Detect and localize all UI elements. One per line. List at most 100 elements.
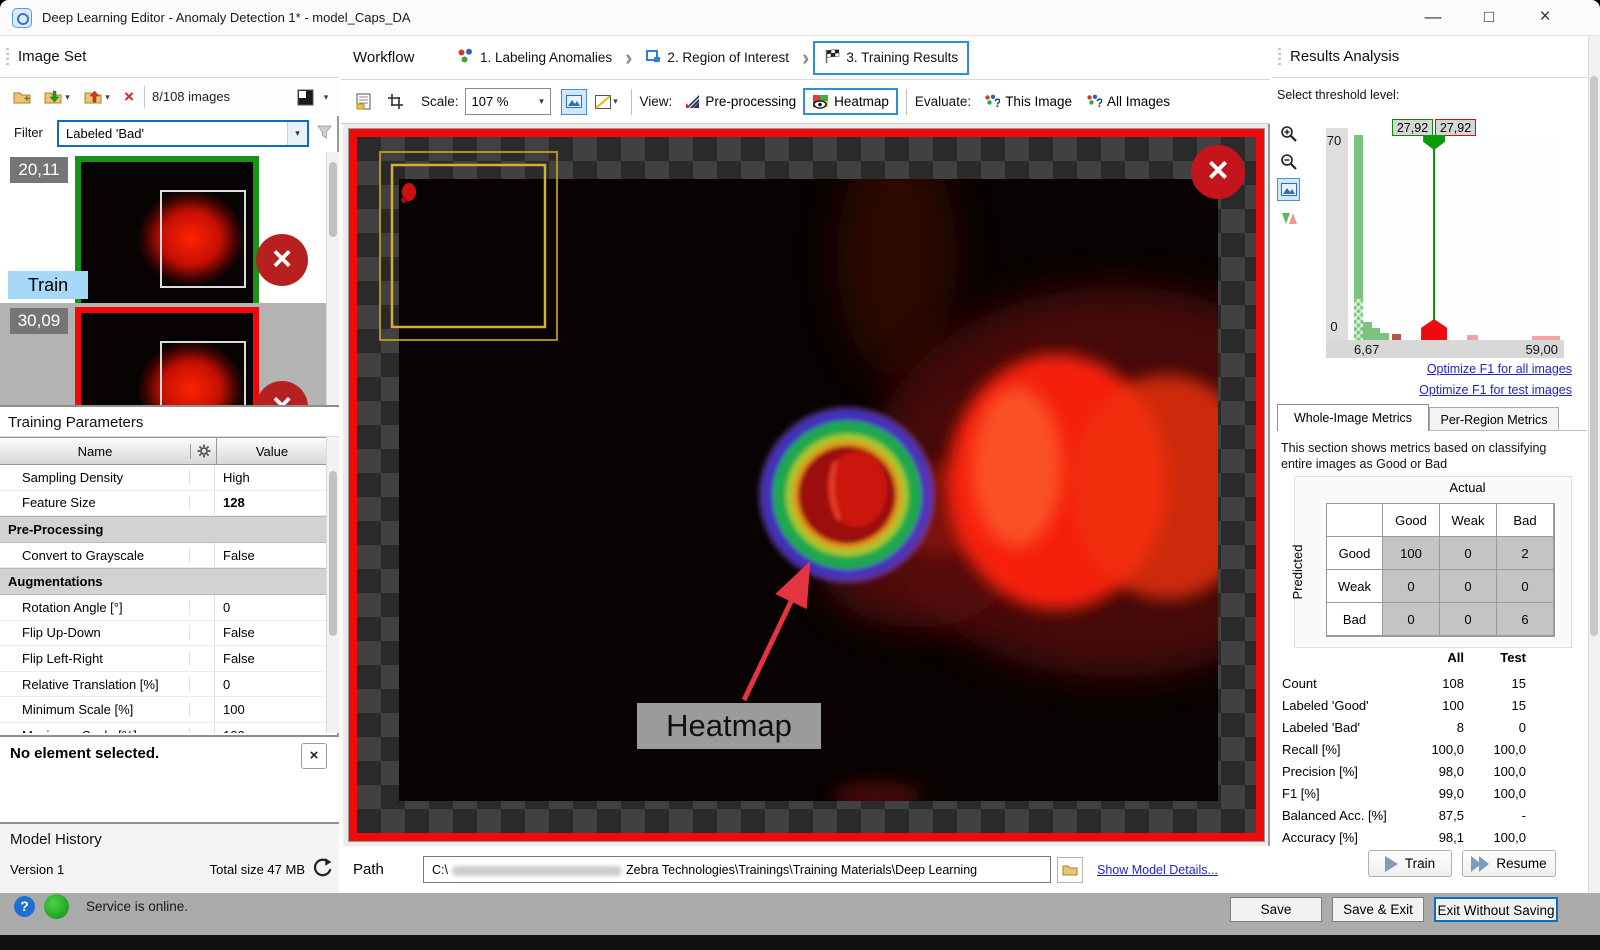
filter-combobox[interactable]: Labeled 'Bad' ▾ bbox=[57, 120, 309, 147]
confusion-cell: 2 bbox=[1497, 537, 1554, 570]
train-button-label: Train bbox=[1405, 856, 1435, 871]
workflow-step-3[interactable]: 3. Training Results bbox=[813, 41, 969, 75]
fast-forward-icon bbox=[1471, 856, 1489, 872]
param-row[interactable]: Feature Size128 bbox=[0, 491, 327, 517]
fit-histogram-button[interactable] bbox=[1277, 178, 1300, 201]
crop-button[interactable] bbox=[383, 90, 407, 114]
params-scrollbar[interactable] bbox=[326, 437, 339, 733]
service-status-text: Service is online. bbox=[86, 899, 188, 914]
browse-folder-button[interactable] bbox=[1057, 857, 1083, 883]
help-icon[interactable]: ? bbox=[14, 896, 35, 917]
view-preprocessing-button[interactable]: Pre-processing bbox=[678, 90, 803, 113]
param-row[interactable]: Relative Translation [%]0 bbox=[0, 672, 327, 698]
param-row[interactable]: Minimum Scale [%]100 bbox=[0, 697, 327, 723]
threshold-histogram[interactable] bbox=[1348, 135, 1560, 340]
show-model-details-link[interactable]: Show Model Details... bbox=[1097, 863, 1218, 877]
delete-image-button[interactable]: × bbox=[118, 84, 140, 110]
metric-value-test: 100,0 bbox=[1464, 786, 1526, 801]
workflow-step-icon bbox=[645, 49, 661, 67]
param-row[interactable]: Convert to GrayscaleFalse bbox=[0, 543, 327, 569]
param-value[interactable]: 0 bbox=[215, 600, 327, 615]
close-button[interactable]: × bbox=[1522, 0, 1568, 36]
train-button[interactable]: Train bbox=[1368, 850, 1452, 877]
evaluate-all-images-button[interactable]: ? All Images bbox=[1079, 90, 1177, 113]
refresh-icon[interactable] bbox=[311, 857, 333, 879]
import-dropdown-caret[interactable]: ▾ bbox=[65, 92, 70, 103]
thumbnail-scrollbar[interactable] bbox=[326, 152, 339, 441]
zoom-in-button[interactable] bbox=[1277, 122, 1300, 145]
resume-button[interactable]: Resume bbox=[1462, 850, 1556, 877]
training-parameters-header: Training Parameters bbox=[0, 405, 339, 437]
scale-caret[interactable]: ▾ bbox=[534, 96, 550, 107]
param-name: Sampling Density bbox=[0, 470, 190, 485]
tab-per-region-metrics[interactable]: Per-Region Metrics bbox=[1429, 407, 1559, 431]
maximize-button[interactable]: □ bbox=[1466, 0, 1512, 36]
param-row[interactable]: Flip Left-RightFalse bbox=[0, 646, 327, 672]
metric-value-test: 15 bbox=[1464, 676, 1526, 691]
export-images-button[interactable]: ▾ bbox=[80, 84, 114, 110]
scale-combobox[interactable]: 107 % ▾ bbox=[465, 88, 551, 115]
save-button[interactable]: Save bbox=[1230, 897, 1322, 922]
import-images-button[interactable]: ▾ bbox=[40, 84, 74, 110]
workflow-step-1[interactable]: 1. Labeling Anomalies bbox=[448, 42, 621, 73]
report-button[interactable] bbox=[351, 90, 375, 114]
background-button[interactable]: ▾ bbox=[595, 90, 619, 114]
param-value[interactable]: 128 bbox=[215, 495, 327, 510]
param-row[interactable]: Rotation Angle [°]0 bbox=[0, 595, 327, 621]
histogram-bar bbox=[1392, 334, 1401, 340]
viewer-close-button[interactable]: × bbox=[1191, 145, 1245, 199]
param-value[interactable]: 0 bbox=[215, 677, 327, 692]
filter-caret[interactable]: ▾ bbox=[287, 122, 307, 145]
workflow-step-2[interactable]: 2. Region of Interest bbox=[636, 43, 798, 73]
view-heatmap-button[interactable]: Heatmap bbox=[803, 88, 898, 115]
param-gear-cell bbox=[190, 723, 215, 733]
param-value[interactable]: High bbox=[215, 470, 327, 485]
param-row[interactable]: Maximum Scale [%]100 bbox=[0, 723, 327, 733]
thumbnail-image[interactable] bbox=[75, 156, 259, 309]
path-input[interactable]: C:\Zebra Technologies\Trainings\Training… bbox=[423, 856, 1051, 883]
minimize-button[interactable]: — bbox=[1410, 0, 1456, 36]
display-mode-caret[interactable]: ▾ bbox=[318, 84, 332, 110]
param-value[interactable]: False bbox=[215, 651, 327, 666]
param-value[interactable]: False bbox=[215, 548, 327, 563]
panel-grip bbox=[6, 48, 9, 68]
filter-funnel-icon[interactable] bbox=[316, 124, 333, 141]
tab-whole-image-metrics[interactable]: Whole-Image Metrics bbox=[1277, 404, 1429, 431]
save-and-exit-button[interactable]: Save & Exit bbox=[1332, 897, 1424, 922]
svg-text:+: + bbox=[24, 94, 30, 105]
viewer-panel: Workflow 1. Labeling Anomalies›2. Region… bbox=[341, 36, 1270, 893]
threshold-line bbox=[1433, 146, 1435, 340]
param-value[interactable]: False bbox=[215, 625, 327, 640]
play-icon bbox=[1385, 856, 1398, 872]
y-max-tick: 70 bbox=[1322, 133, 1346, 148]
evaluate-this-image-button[interactable]: ? This Image bbox=[977, 90, 1079, 113]
optimize-f1-all-link[interactable]: Optimize F1 for all images bbox=[1332, 362, 1572, 376]
confusion-row-header: Good bbox=[1327, 537, 1383, 570]
zoom-out-button[interactable] bbox=[1277, 150, 1300, 173]
exit-without-saving-button[interactable]: Exit Without Saving bbox=[1434, 897, 1558, 922]
optimize-f1-test-link[interactable]: Optimize F1 for test images bbox=[1332, 383, 1572, 397]
param-col-value: Value bbox=[217, 444, 327, 459]
export-dropdown-caret[interactable]: ▾ bbox=[105, 92, 110, 103]
image-thumbnail[interactable]: 20,11Train× bbox=[0, 152, 326, 303]
results-scrollbar-thumb[interactable] bbox=[1590, 76, 1598, 636]
param-section-row[interactable]: Augmentations bbox=[0, 568, 327, 595]
param-row[interactable]: Sampling Density High bbox=[0, 465, 327, 491]
preprocessing-icon bbox=[685, 94, 700, 109]
gear-icon[interactable] bbox=[191, 438, 217, 464]
new-folder-button[interactable]: + bbox=[10, 84, 34, 110]
selection-close-button[interactable]: × bbox=[301, 743, 327, 769]
filter-label: Filter bbox=[14, 125, 43, 140]
background-caret[interactable]: ▾ bbox=[613, 96, 618, 107]
param-value[interactable]: 100 bbox=[215, 728, 327, 733]
param-row[interactable]: Flip Up-DownFalse bbox=[0, 621, 327, 647]
path-bar: Path C:\Zebra Technologies\Trainings\Tra… bbox=[341, 846, 1270, 893]
param-value[interactable]: 100 bbox=[215, 702, 327, 717]
param-section-row[interactable]: Pre-Processing bbox=[0, 516, 327, 543]
remove-image-button[interactable]: × bbox=[256, 234, 308, 286]
fit-view-button[interactable] bbox=[561, 89, 587, 115]
heatmap-viewer[interactable]: Heatmap × bbox=[349, 129, 1264, 841]
histogram-mode-button[interactable] bbox=[1277, 206, 1300, 229]
app-icon bbox=[12, 8, 32, 28]
display-mode-button[interactable] bbox=[294, 84, 316, 110]
